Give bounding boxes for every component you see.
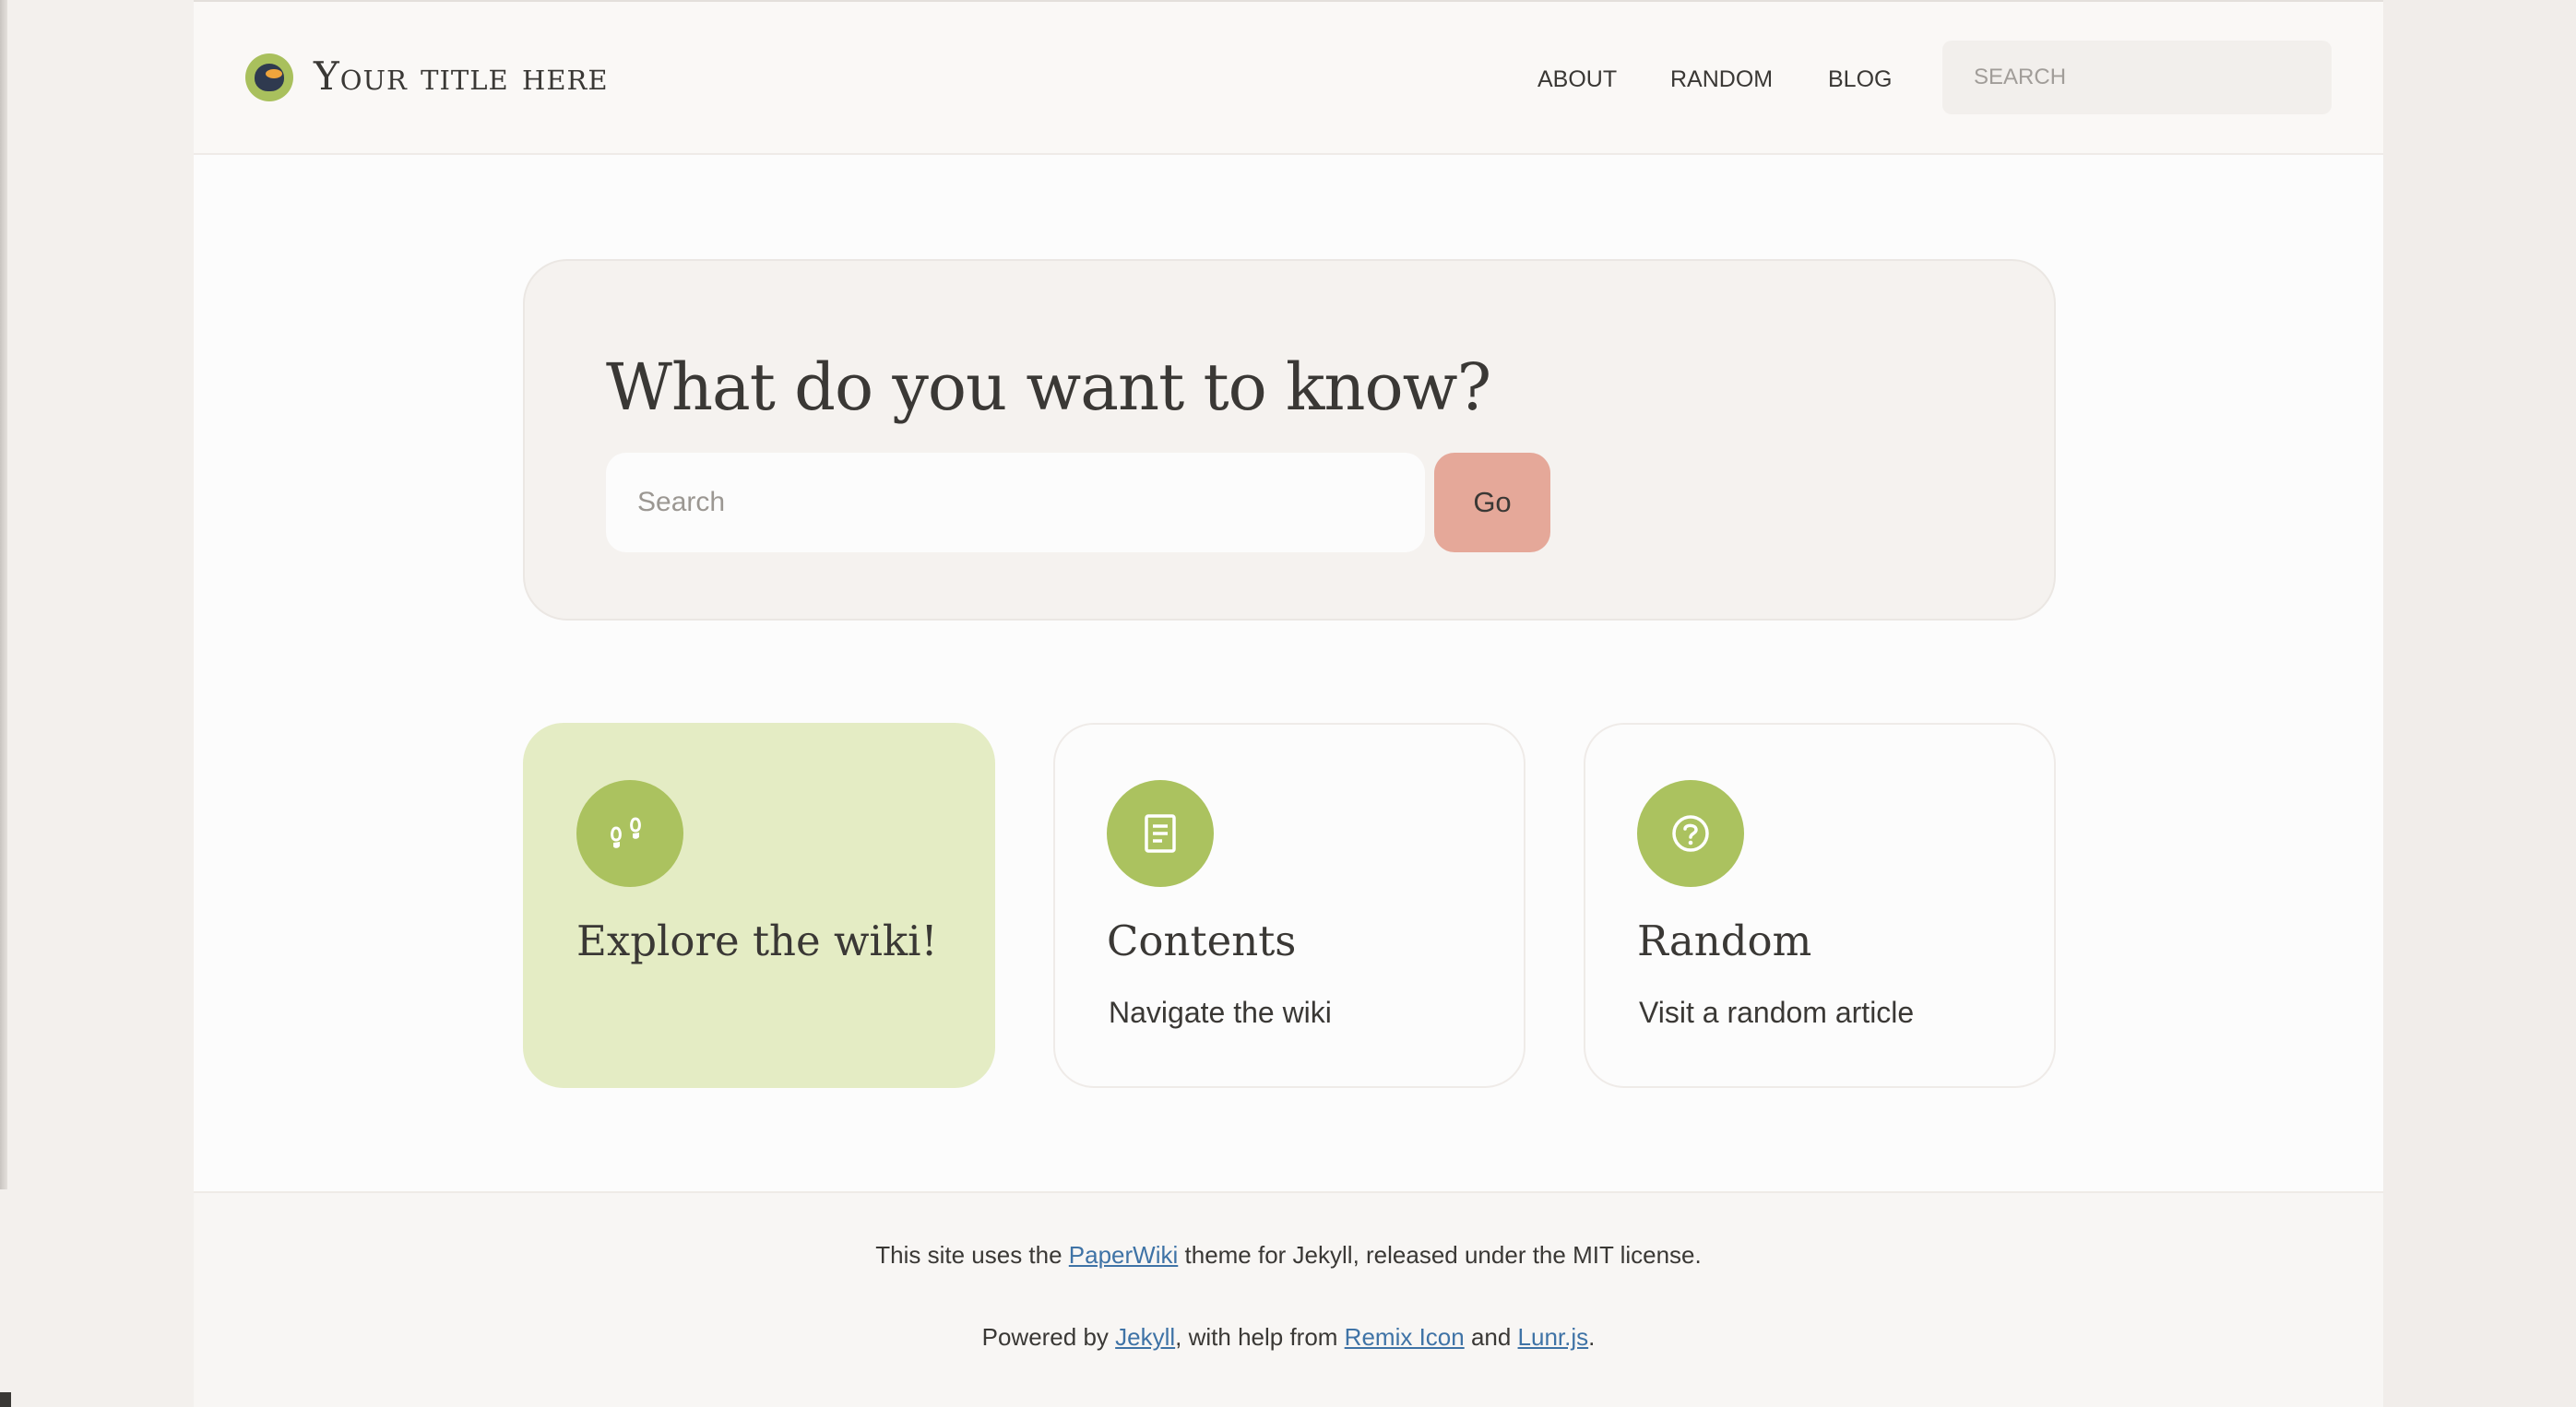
- site-title[interactable]: Your title here: [314, 53, 609, 99]
- site-header: Your title here ABOUT RANDOM BLOG: [194, 0, 2383, 155]
- footer-text: .: [1588, 1323, 1596, 1351]
- footer-text: , with help from: [1175, 1323, 1345, 1351]
- go-button[interactable]: Go: [1434, 453, 1550, 552]
- footer-text: This site uses the: [875, 1241, 1069, 1269]
- window-corner: [0, 1392, 11, 1407]
- hero-search-input[interactable]: [606, 453, 1425, 552]
- paperwiki-link[interactable]: PaperWiki: [1069, 1241, 1178, 1269]
- site-footer: This site uses the PaperWiki theme for J…: [194, 1191, 2383, 1407]
- footprint-icon: [576, 780, 683, 887]
- file-list-icon: [1107, 780, 1214, 887]
- nav-random[interactable]: RANDOM: [1670, 66, 1773, 93]
- remix-icon-link[interactable]: Remix Icon: [1345, 1323, 1465, 1351]
- header-search-input[interactable]: [1942, 41, 2332, 114]
- page-margin: [2383, 0, 2576, 1407]
- card-title: Contents: [1107, 916, 1297, 965]
- jekyll-link[interactable]: Jekyll: [1115, 1323, 1175, 1351]
- question-icon: [1637, 780, 1744, 887]
- card-subtitle: Visit a random article: [1639, 996, 1915, 1029]
- footer-theme-credit: This site uses the PaperWiki theme for J…: [194, 1241, 2383, 1270]
- footer-text: theme for Jekyll, released under the MIT…: [1178, 1241, 1702, 1269]
- search-hero: What do you want to know? Go: [523, 259, 2056, 621]
- page: Your title here ABOUT RANDOM BLOG What d…: [194, 0, 2383, 1407]
- card-explore[interactable]: Explore the wiki!: [523, 723, 995, 1088]
- card-subtitle: Navigate the wiki: [1109, 996, 1332, 1029]
- nav-about[interactable]: ABOUT: [1537, 66, 1617, 93]
- lunrjs-link[interactable]: Lunr.js: [1518, 1323, 1589, 1351]
- card-title: Random: [1637, 916, 1812, 965]
- card-random[interactable]: Random Visit a random article: [1584, 723, 2056, 1088]
- window-edge: [0, 0, 7, 1189]
- site-logo-icon[interactable]: [245, 53, 293, 101]
- card-contents[interactable]: Contents Navigate the wiki: [1053, 723, 1525, 1088]
- hero-title: What do you want to know?: [606, 349, 1491, 425]
- nav-blog[interactable]: BLOG: [1828, 66, 1892, 93]
- footer-text: and: [1464, 1323, 1518, 1351]
- card-title: Explore the wiki!: [576, 916, 938, 965]
- footer-text: Powered by: [981, 1323, 1116, 1351]
- footer-powered-by: Powered by Jekyll, with help from Remix …: [194, 1323, 2383, 1352]
